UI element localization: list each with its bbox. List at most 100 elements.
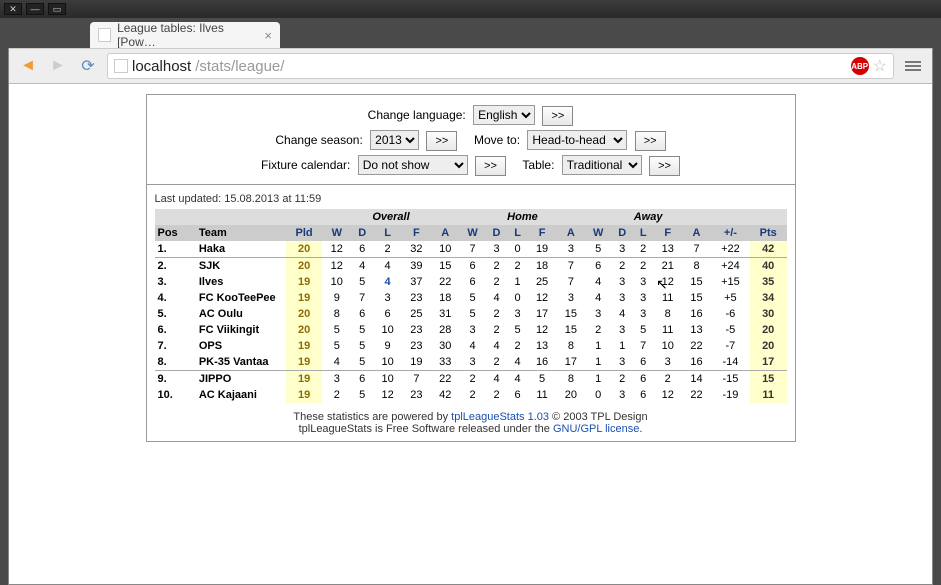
cell-hm1: 2: [486, 322, 508, 338]
cell-hm3: 12: [528, 290, 557, 306]
cell-aw2: 3: [633, 306, 653, 322]
cell-ov3: 39: [402, 258, 431, 275]
cell-aw2: 3: [633, 274, 653, 290]
cell-ov2: 10: [373, 371, 402, 388]
menu-button[interactable]: [902, 55, 924, 77]
cell-ov3: 23: [402, 338, 431, 354]
tab-title: League tables: Ilves [Pow…: [117, 21, 254, 49]
cell-ov4: 33: [431, 354, 460, 371]
lang-select[interactable]: English: [473, 105, 535, 125]
cell-ov2: 4: [373, 258, 402, 275]
cell-aw0: 1: [585, 354, 611, 371]
cell-pld: 19: [286, 371, 323, 388]
table-row: 10.AC Kajaani192512234222611200361222-19…: [155, 387, 787, 403]
fixture-go-button[interactable]: >>: [475, 156, 506, 176]
cell-team: Haka: [196, 241, 286, 258]
abp-icon[interactable]: ABP: [851, 57, 869, 75]
cell-pos: 4.: [155, 290, 196, 306]
cell-pld: 20: [286, 241, 323, 258]
season-select[interactable]: 2013: [370, 130, 419, 150]
bookmark-icon[interactable]: ☆: [873, 56, 887, 76]
cell-team: AC Kajaani: [196, 387, 286, 403]
col-aw-w: W: [585, 225, 611, 241]
cell-aw3: 12: [653, 274, 682, 290]
cell-ov4: 10: [431, 241, 460, 258]
cell-hm2: 2: [508, 338, 528, 354]
cell-ov0: 5: [322, 322, 351, 338]
tab-close-icon[interactable]: ×: [264, 28, 272, 43]
cell-hm0: 5: [460, 306, 486, 322]
cell-aw2: 2: [633, 258, 653, 275]
cell-hm3: 5: [528, 371, 557, 388]
cell-ov1: 7: [351, 290, 373, 306]
cell-team: FC Viikingit: [196, 322, 286, 338]
cell-aw4: 15: [682, 290, 711, 306]
cell-pts: 35: [750, 274, 787, 290]
cell-hm0: 4: [460, 338, 486, 354]
group-away: Away: [585, 209, 711, 225]
address-bar[interactable]: localhost/stats/league/ ABP ☆: [107, 53, 894, 79]
cell-ov4: 31: [431, 306, 460, 322]
cell-ov3: 23: [402, 387, 431, 403]
cell-hm2: 4: [508, 371, 528, 388]
cell-aw3: 11: [653, 290, 682, 306]
col-aw-l: L: [633, 225, 653, 241]
cell-pos: 3.: [155, 274, 196, 290]
cell-ov3: 23: [402, 322, 431, 338]
reload-button[interactable]: ⟳: [77, 55, 99, 77]
favicon-icon: [98, 28, 111, 42]
cell-aw2: 5: [633, 322, 653, 338]
browser-tab[interactable]: League tables: Ilves [Pow… ×: [90, 22, 280, 48]
cell-ov3: 37: [402, 274, 431, 290]
powered-link[interactable]: tplLeagueStats 1.03: [451, 411, 549, 423]
move-select[interactable]: Head-to-head: [527, 130, 627, 150]
cell-aw3: 11: [653, 322, 682, 338]
lang-label: Change language:: [368, 108, 466, 122]
back-button[interactable]: ◄: [17, 55, 39, 77]
url-host: localhost: [132, 58, 191, 75]
cell-ov1: 6: [351, 241, 373, 258]
table-row: 3.Ilves19105437226212574331215+1535: [155, 274, 787, 290]
cell-ov3: 25: [402, 306, 431, 322]
page-icon: [114, 59, 128, 73]
win-max-button[interactable]: ▭: [48, 3, 66, 15]
lang-go-button[interactable]: >>: [542, 106, 573, 126]
table-go-button[interactable]: >>: [649, 156, 680, 176]
cell-pts: 42: [750, 241, 787, 258]
cell-ov2: 4: [373, 274, 402, 290]
cell-ov1: 5: [351, 322, 373, 338]
cell-pld: 20: [286, 322, 323, 338]
cell-ov4: 30: [431, 338, 460, 354]
cell-pos: 8.: [155, 354, 196, 371]
license-link[interactable]: GNU/GPL license: [553, 423, 639, 435]
cell-hm1: 2: [486, 354, 508, 371]
col-pm: +/-: [711, 225, 750, 241]
col-aw-f: F: [653, 225, 682, 241]
move-go-button[interactable]: >>: [635, 131, 666, 151]
cell-pts: 17: [750, 354, 787, 371]
fixture-select[interactable]: Do not show: [358, 155, 468, 175]
cell-hm4: 15: [556, 322, 585, 338]
cell-ov4: 18: [431, 290, 460, 306]
col-pos: Pos: [155, 225, 196, 241]
cell-aw1: 3: [611, 274, 633, 290]
cell-pts: 34: [750, 290, 787, 306]
cell-ov0: 4: [322, 354, 351, 371]
cell-pm: -5: [711, 322, 750, 338]
cell-pts: 20: [750, 322, 787, 338]
cell-ov4: 42: [431, 387, 460, 403]
forward-button: ►: [47, 55, 69, 77]
season-go-button[interactable]: >>: [426, 131, 457, 151]
cell-ov1: 5: [351, 354, 373, 371]
cell-aw4: 16: [682, 306, 711, 322]
cell-aw2: 2: [633, 241, 653, 258]
group-home: Home: [460, 209, 586, 225]
table-select[interactable]: Traditional: [562, 155, 642, 175]
cell-aw1: 1: [611, 338, 633, 354]
cell-hm1: 2: [486, 387, 508, 403]
win-close-button[interactable]: ✕: [4, 3, 22, 15]
cell-pm: +5: [711, 290, 750, 306]
win-min-button[interactable]: ―: [26, 3, 44, 15]
cell-hm2: 3: [508, 306, 528, 322]
cell-aw0: 4: [585, 290, 611, 306]
